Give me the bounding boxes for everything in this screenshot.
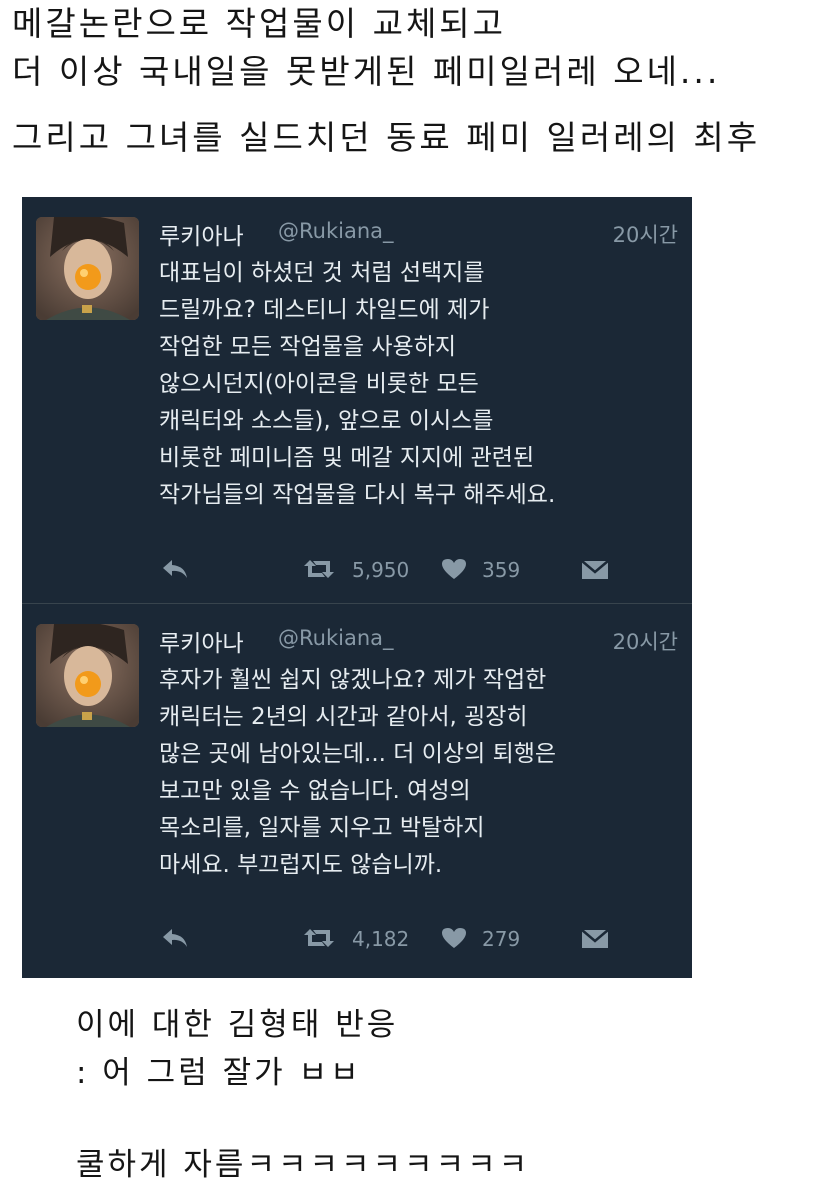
envelope-icon[interactable]: [580, 557, 610, 588]
author-handle[interactable]: @Rukiana_: [278, 219, 394, 243]
retweet-count: 4,182: [352, 927, 410, 951]
author-name[interactable]: 루키아나: [159, 624, 244, 658]
tweet-screenshot: 루키아나 @Rukiana_ 20시간 대표님이 하셨던 것 처럼 선택지를 드…: [22, 197, 692, 978]
heart-icon[interactable]: [440, 557, 468, 586]
reply-icon[interactable]: [160, 557, 190, 586]
tweet-card[interactable]: 루키아나 @Rukiana_ 20시간 후자가 훨씬 쉽지 않겠나요? 제가 작…: [22, 604, 692, 978]
tweet-text-line: 않으시던지(아이콘을 비롯한 모든: [159, 371, 479, 397]
reply-icon[interactable]: [160, 926, 190, 955]
intro-line-1: 메갈논란으로 작업물이 교체되고: [12, 4, 507, 43]
tweet-text-line: 대표님이 하셨던 것 처럼 선택지를: [159, 260, 485, 286]
tweet-text-line: 드릴까요? 데스티니 차일드에 제가: [159, 297, 490, 323]
heart-icon[interactable]: [440, 926, 468, 955]
retweet-icon[interactable]: [300, 926, 338, 955]
like-count: 279: [482, 927, 521, 951]
tweet-card[interactable]: 루키아나 @Rukiana_ 20시간 대표님이 하셨던 것 처럼 선택지를 드…: [22, 197, 692, 603]
author-handle[interactable]: @Rukiana_: [278, 626, 394, 650]
tweet-text-line: 목소리를, 일자를 지우고 박탈하지: [159, 815, 485, 841]
retweet-icon[interactable]: [300, 557, 338, 586]
tweet-timestamp[interactable]: 20시간: [613, 219, 678, 249]
tweet-text-line: 보고만 있을 수 없습니다. 여성의: [159, 778, 471, 804]
tweet-text-line: 작업한 모든 작업물을 사용하지: [159, 334, 457, 360]
tweet-text-line: 비롯한 페미니즘 및 메갈 지지에 관련된: [159, 445, 535, 471]
tweet-text-line: 많은 곳에 남아있는데... 더 이상의 퇴행은: [159, 741, 557, 767]
avatar[interactable]: [36, 624, 139, 727]
tweet-text-line: 후자가 훨씬 쉽지 않겠나요? 제가 작업한: [159, 667, 547, 693]
like-count: 359: [482, 558, 521, 582]
tweet-text-line: 캐릭터는 2년의 시간과 같아서, 굉장히: [159, 704, 528, 730]
tweet-text: 후자가 훨씬 쉽지 않겠나요? 제가 작업한 캐릭터는 2년의 시간과 같아서,…: [159, 662, 689, 884]
envelope-icon[interactable]: [580, 926, 610, 957]
author-name[interactable]: 루키아나: [159, 217, 244, 251]
avatar[interactable]: [36, 217, 139, 320]
tweet-text-line: 작가님들의 작업물을 다시 복구 해주세요.: [159, 482, 556, 508]
outro-line-1: 이에 대한 김형태 반응: [76, 1007, 399, 1043]
retweet-count: 5,950: [352, 558, 410, 582]
tweet-text: 대표님이 하셨던 것 처럼 선택지를 드릴까요? 데스티니 차일드에 제가 작업…: [159, 255, 689, 514]
outro-line-2: : 어 그럼 잘가 ㅂㅂ: [76, 1055, 362, 1091]
tweet-text-line: 마세요. 부끄럽지도 않습니까.: [159, 852, 443, 878]
intro-line-2: 더 이상 국내일을 못받게된 페미일러레 오네...: [12, 52, 721, 91]
tweet-timestamp[interactable]: 20시간: [613, 626, 678, 656]
intro-line-3: 그리고 그녀를 실드치던 동료 페미 일러레의 최후: [12, 118, 761, 157]
outro-line-3: 쿨하게 자름ㅋㅋㅋㅋㅋㅋㅋㅋㅋ: [76, 1147, 531, 1183]
tweet-text-line: 캐릭터와 소스들), 앞으로 이시스를: [159, 408, 494, 434]
